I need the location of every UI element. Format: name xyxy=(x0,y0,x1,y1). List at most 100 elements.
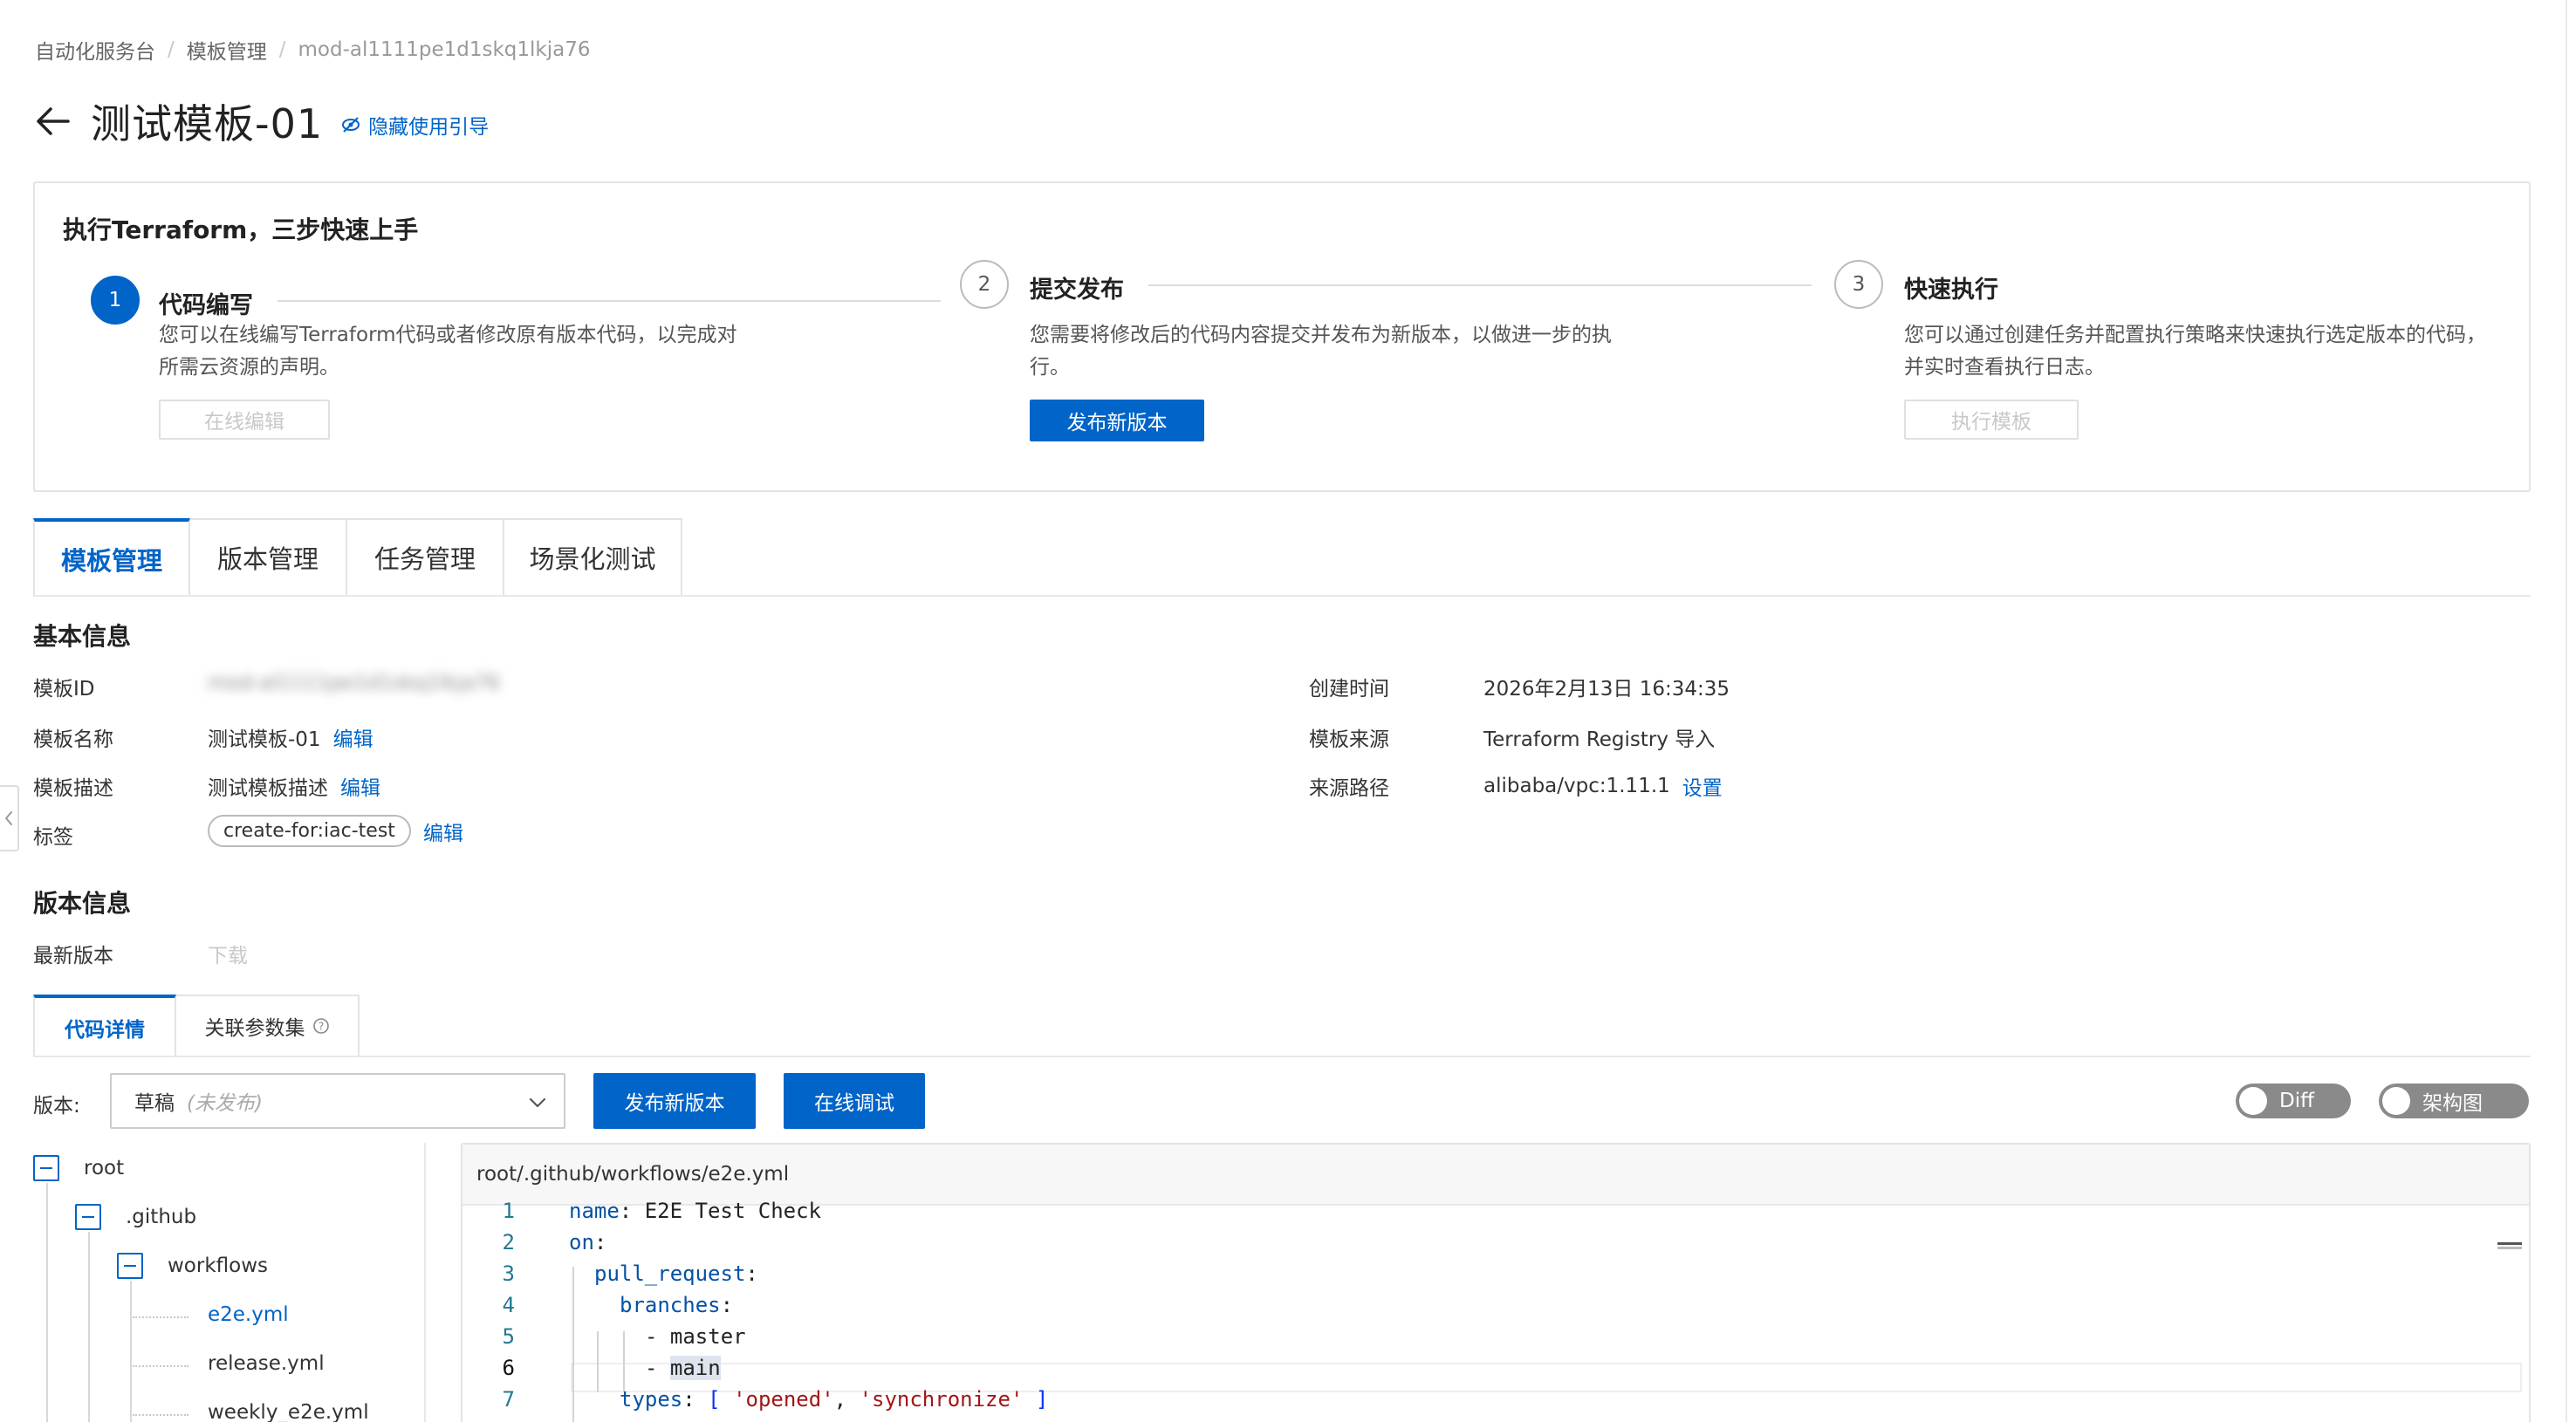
template-desc-label: 模板描述 xyxy=(33,777,113,800)
toolbar-publish-button[interactable]: 发布新版本 xyxy=(593,1073,756,1129)
version-select-status: (未发布) xyxy=(187,1092,263,1115)
page-scrollbar[interactable] xyxy=(2566,0,2567,1422)
breadcrumb-separator: / xyxy=(278,38,286,61)
step-2-number: 2 xyxy=(960,260,1009,309)
step-3-description: 您可以通过创建任务并配置执行策略来快速执行选定版本的代码，并实时查看执行日志。 xyxy=(1904,324,2486,379)
source-path-value: alibaba/vpc:1.11.1 xyxy=(1483,775,1670,797)
code-token: E2E Test Check xyxy=(644,1199,821,1223)
tree-file-weekly-e2e[interactable]: weekly_e2e.yml xyxy=(208,1401,369,1422)
created-time-value: 2026年2月13日 16:34:35 xyxy=(1483,678,1730,701)
online-edit-button[interactable]: 在线编辑 xyxy=(159,400,330,440)
tab-parameter-sets[interactable]: 关联参数集 ? xyxy=(176,995,360,1057)
tree-editor-divider xyxy=(424,1143,426,1422)
tree-file-e2e[interactable]: e2e.yml xyxy=(208,1303,289,1326)
edit-name-link[interactable]: 编辑 xyxy=(333,722,373,752)
source-path-field: alibaba/vpc:1.11.1 设置 xyxy=(1483,771,1723,801)
tree-node-workflows[interactable]: workflows xyxy=(117,1253,268,1279)
execute-template-button[interactable]: 执行模板 xyxy=(1904,400,2079,440)
code-token: name xyxy=(569,1199,620,1223)
architecture-toggle[interactable]: 架构图 xyxy=(2379,1084,2529,1118)
code-token: master xyxy=(669,1324,746,1349)
code-lines: 1 name: E2E Test Check 2 on: 3 pull_requ… xyxy=(462,1195,1049,1415)
diff-toggle-label: Diff xyxy=(2279,1090,2314,1112)
step-1-description: 您可以在线编写Terraform代码或者修改原有版本代码，以完成对所需云资源的声… xyxy=(159,324,737,379)
step-2-title: 提交发布 xyxy=(1030,277,1124,304)
tree-node-root[interactable]: root xyxy=(33,1155,124,1181)
breadcrumb-item-templates[interactable]: 模板管理 xyxy=(187,35,267,65)
hide-guide-link[interactable]: 隐藏使用引导 xyxy=(340,110,489,140)
step-connector xyxy=(1148,284,1812,286)
tab-scenario-testing[interactable]: 场景化测试 xyxy=(504,518,682,597)
diff-toggle[interactable]: Diff xyxy=(2236,1084,2351,1118)
set-path-link[interactable]: 设置 xyxy=(1682,771,1723,801)
created-time-label: 创建时间 xyxy=(1309,678,1389,701)
step-1-number: 1 xyxy=(91,276,140,325)
source-path-label: 来源路径 xyxy=(1309,777,1389,800)
tab-task-management[interactable]: 任务管理 xyxy=(347,518,504,597)
step-1-title: 代码编写 xyxy=(159,292,253,319)
download-link[interactable]: 下载 xyxy=(208,939,248,968)
tree-connector xyxy=(133,1365,188,1367)
tab-code-detail[interactable]: 代码详情 xyxy=(33,995,176,1057)
toggle-knob xyxy=(2239,1087,2267,1115)
tree-node-label: workflows xyxy=(168,1255,269,1277)
tree-connector xyxy=(133,1316,188,1318)
edit-tags-link[interactable]: 编辑 xyxy=(423,817,463,846)
tree-file-release[interactable]: release.yml xyxy=(208,1352,325,1375)
step-connector xyxy=(277,300,941,302)
edit-desc-link[interactable]: 编辑 xyxy=(340,771,380,801)
tabs-divider xyxy=(33,595,2531,597)
code-line: 2 on: xyxy=(462,1227,1048,1258)
template-id-label: 模板ID xyxy=(33,678,95,701)
main-tabs: 模板管理 版本管理 任务管理 场景化测试 xyxy=(33,518,682,597)
sidebar-collapse-tab[interactable] xyxy=(0,785,19,851)
toggle-knob xyxy=(2382,1087,2410,1115)
svg-text:?: ? xyxy=(318,1021,323,1033)
chevron-down-icon xyxy=(529,1097,546,1108)
code-line: 3 pull_request: xyxy=(462,1258,1048,1289)
online-debug-button[interactable]: 在线调试 xyxy=(784,1073,925,1129)
help-icon: ? xyxy=(312,1018,329,1034)
template-source-label: 模板来源 xyxy=(1309,728,1389,751)
eye-off-icon xyxy=(342,117,360,133)
tag-pill: create-for:iac-test xyxy=(208,815,411,847)
code-token: 'opened' xyxy=(733,1387,834,1412)
code-line: 7 types: [ 'opened', 'synchronize' ] xyxy=(462,1384,1049,1415)
editor-scroll-marker[interactable] xyxy=(2497,1242,2522,1249)
line-number: 7 xyxy=(502,1387,515,1412)
tags-label: 标签 xyxy=(33,826,73,849)
publish-version-button[interactable]: 发布新版本 xyxy=(1030,400,1204,441)
tab-template-management[interactable]: 模板管理 xyxy=(33,518,190,597)
tree-node-label: root xyxy=(84,1157,125,1179)
collapse-icon[interactable] xyxy=(75,1204,101,1230)
basic-info-title: 基本信息 xyxy=(33,622,132,651)
code-token: pull_request xyxy=(594,1261,746,1286)
step-3-number: 3 xyxy=(1834,260,1883,309)
line-number: 2 xyxy=(502,1230,515,1255)
line-number: 6 xyxy=(502,1356,515,1380)
template-name-value: 测试模板-01 xyxy=(208,728,321,751)
line-number: 1 xyxy=(502,1199,515,1223)
template-name-label: 模板名称 xyxy=(33,728,113,751)
breadcrumb-item-current: mod-al1111pe1d1skq1lkja76 xyxy=(298,38,591,61)
code-token: main xyxy=(669,1356,721,1380)
version-select[interactable]: 草稿 (未发布) xyxy=(110,1073,565,1129)
step-2-description: 您需要将修改后的代码内容提交并发布为新版本，以做进一步的执行。 xyxy=(1030,324,1612,379)
line-number: 3 xyxy=(502,1261,515,1286)
latest-version-label: 最新版本 xyxy=(33,945,113,967)
tab-version-management[interactable]: 版本管理 xyxy=(190,518,347,597)
code-line: 5 - master xyxy=(462,1321,1048,1352)
step-3-title: 快速执行 xyxy=(1904,277,1998,304)
tags-field: create-for:iac-test 编辑 xyxy=(208,815,463,847)
template-desc-value: 测试模板描述 xyxy=(208,777,328,800)
line-number: 4 xyxy=(502,1293,515,1317)
tree-node-github[interactable]: .github xyxy=(75,1204,196,1230)
quick-start-heading: 执行Terraform，三步快速上手 xyxy=(63,215,419,244)
tree-node-label: .github xyxy=(126,1206,197,1228)
chevron-left-icon xyxy=(5,811,12,825)
back-arrow-icon[interactable] xyxy=(31,99,75,143)
tree-guide-line xyxy=(88,1232,90,1422)
collapse-icon[interactable] xyxy=(117,1253,143,1279)
breadcrumb-item-console[interactable]: 自动化服务台 xyxy=(35,35,155,65)
collapse-icon[interactable] xyxy=(33,1155,59,1181)
